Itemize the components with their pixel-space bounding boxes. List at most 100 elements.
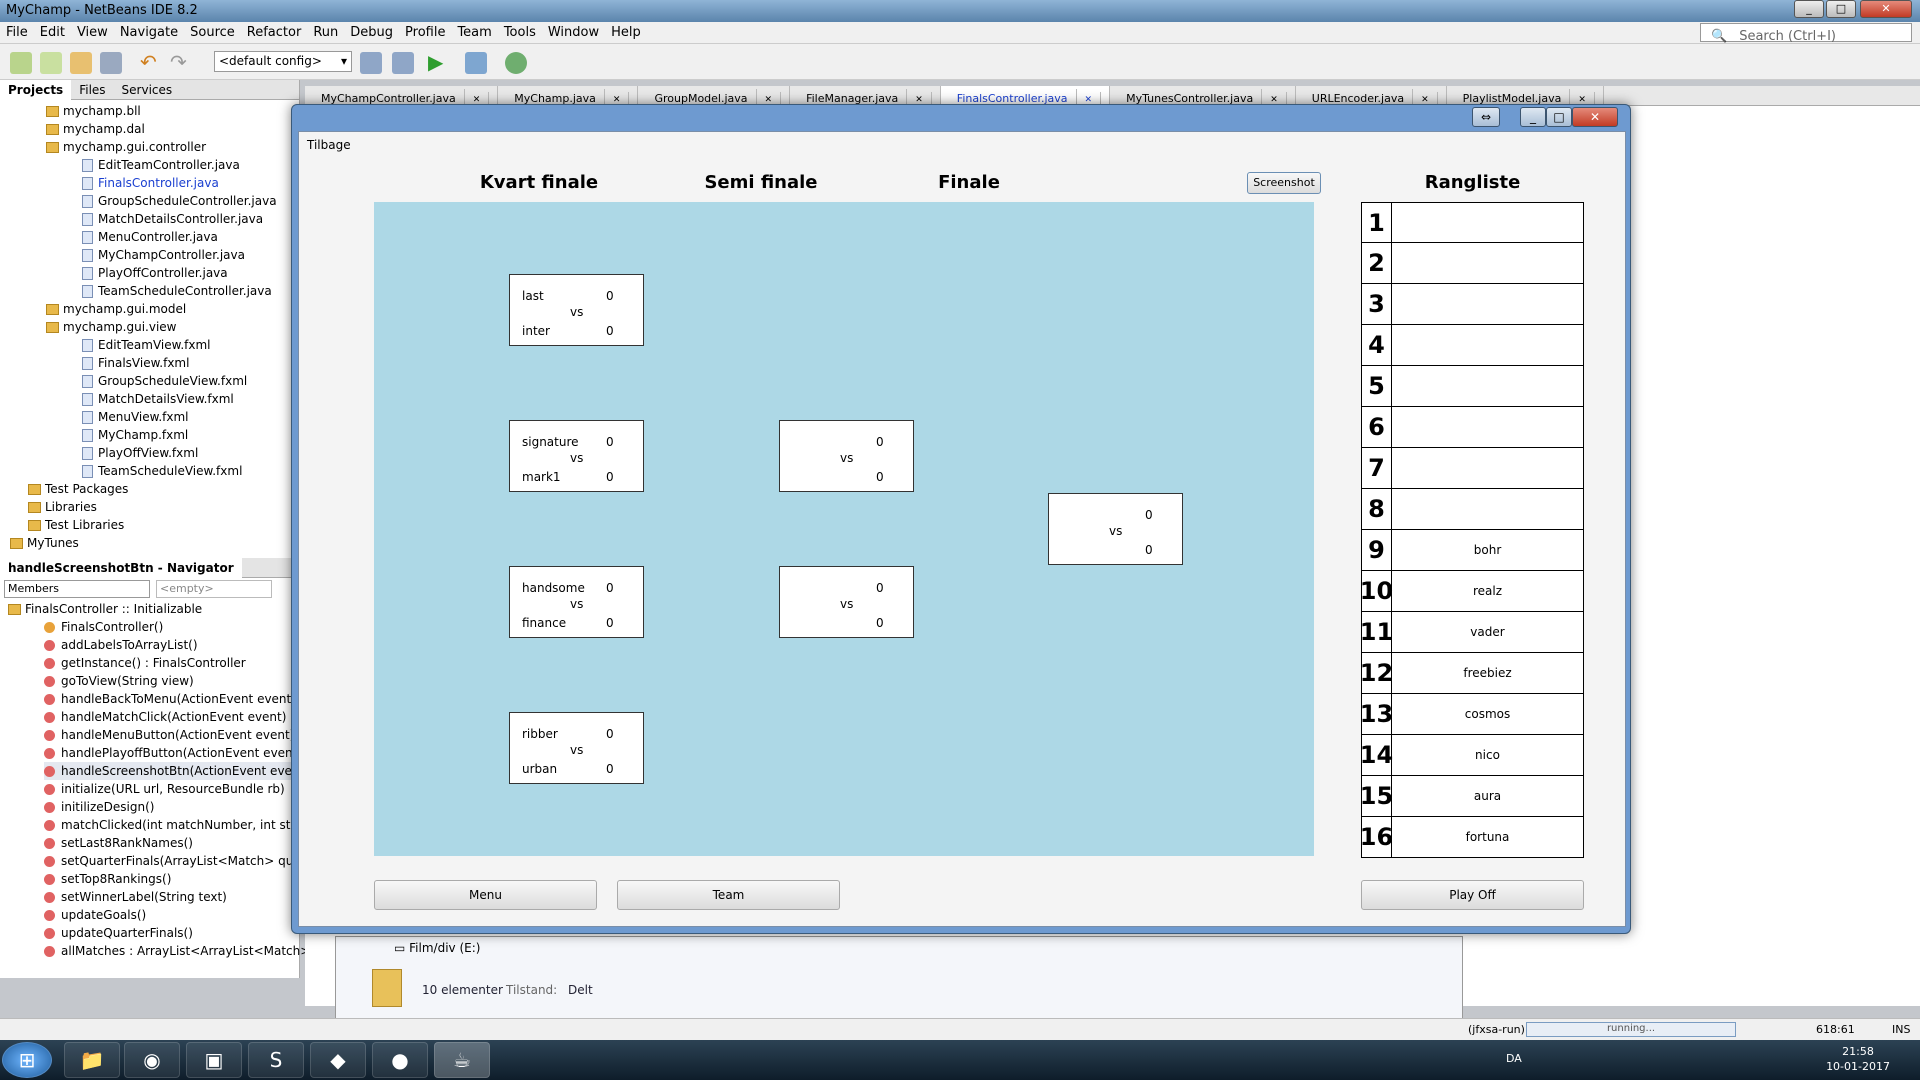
menu-item[interactable]: Tools	[498, 22, 542, 43]
navigator-member[interactable]: addLabelsToArrayList()	[44, 636, 299, 654]
navigator-member[interactable]: setQuarterFinals(ArrayList<Match> quarte…	[44, 852, 332, 870]
panel-tab[interactable]: Projects	[0, 80, 72, 100]
debug-icon[interactable]	[465, 52, 487, 74]
save-all-icon[interactable]	[100, 52, 122, 74]
language-indicator[interactable]: DA	[1506, 1052, 1522, 1065]
team-button[interactable]: Team	[617, 880, 840, 910]
build-icon[interactable]	[360, 52, 382, 74]
navigator-root[interactable]: FinalsController :: Initializable	[8, 600, 299, 618]
app-close-button[interactable]: ✕	[1572, 107, 1618, 127]
final-match[interactable]: 0 vs 0	[1048, 493, 1183, 565]
clock[interactable]: 21:58 10-01-2017	[1826, 1044, 1890, 1074]
tree-node[interactable]: TeamScheduleView.fxml	[0, 462, 299, 480]
quarter-match[interactable]: last 0 vs inter 0	[509, 274, 644, 346]
navigator-member[interactable]: handleMatchClick(ActionEvent event)	[44, 708, 299, 726]
navigator-member[interactable]: initilizeDesign()	[44, 798, 299, 816]
start-button[interactable]: ⊞	[2, 1042, 52, 1078]
navigator-member[interactable]: updateQuarterFinals()	[44, 924, 299, 942]
semi-match[interactable]: 0 vs 0	[779, 566, 914, 638]
navigator-member[interactable]: FinalsController()	[44, 618, 299, 636]
navigator-member[interactable]: handlePlayoffButton(ActionEvent event)	[44, 744, 302, 762]
tree-node[interactable]: PlayOffController.java	[0, 264, 299, 282]
tree-node[interactable]: TeamScheduleController.java	[0, 282, 299, 300]
explorer-taskbar-icon[interactable]: 📁	[64, 1042, 120, 1078]
tree-node[interactable]: MyChampController.java	[0, 246, 299, 264]
undo-icon[interactable]: ↶	[140, 52, 162, 74]
screenshot-button[interactable]: Screenshot	[1247, 172, 1321, 194]
tree-node[interactable]: GroupScheduleController.java	[0, 192, 299, 210]
members-filter-select[interactable]: Members	[4, 580, 150, 598]
menu-item[interactable]: Profile	[399, 22, 451, 43]
menu-item[interactable]: Debug	[344, 22, 399, 43]
profile-icon[interactable]	[505, 52, 527, 74]
open-project-icon[interactable]	[70, 52, 92, 74]
config-select[interactable]: <default config> ▾	[214, 51, 352, 72]
media-taskbar-icon[interactable]: ●	[372, 1042, 428, 1078]
tree-node[interactable]: mychamp.gui.view	[0, 318, 299, 336]
maximize-button[interactable]: □	[1826, 0, 1856, 18]
restore-icon[interactable]: ⇔	[1472, 107, 1500, 127]
navigator-member[interactable]: matchClicked(int matchNumber, int stage,…	[44, 816, 348, 834]
menu-item[interactable]: Window	[542, 22, 605, 43]
navigator-member[interactable]: handleScreenshotBtn(ActionEvent event)	[44, 762, 309, 780]
navigator-member[interactable]: goToView(String view)	[44, 672, 299, 690]
menu-item[interactable]: Help	[605, 22, 647, 43]
playoff-button[interactable]: Play Off	[1361, 880, 1584, 910]
virtualbox-taskbar-icon[interactable]: ▣	[186, 1042, 242, 1078]
tree-node[interactable]: Test Packages	[0, 480, 299, 498]
minimize-button[interactable]: _	[1794, 0, 1824, 18]
navigator-member[interactable]: allMatches : ArrayList<ArrayList<Match>>	[44, 942, 320, 960]
navigator-member[interactable]: initialize(URL url, ResourceBundle rb)	[44, 780, 299, 798]
chrome-taskbar-icon[interactable]: ◉	[124, 1042, 180, 1078]
quarter-match[interactable]: handsome 0 vs finance 0	[509, 566, 644, 638]
navigator-title[interactable]: handleScreenshotBtn - Navigator	[0, 558, 242, 578]
menu-item[interactable]: Edit	[34, 22, 71, 43]
tree-node[interactable]: MyChamp.fxml	[0, 426, 299, 444]
quarter-match[interactable]: signature 0 vs mark1 0	[509, 420, 644, 492]
tree-node[interactable]: mychamp.gui.model	[0, 300, 299, 318]
search-input[interactable]: 🔍 Search (Ctrl+I)	[1700, 23, 1912, 44]
close-button[interactable]: ✕	[1860, 0, 1912, 18]
menu-item[interactable]: File	[0, 22, 34, 43]
navigator-member[interactable]: setWinnerLabel(String text)	[44, 888, 299, 906]
tree-node[interactable]: FinalsView.fxml	[0, 354, 299, 372]
tree-node[interactable]: mychamp.bll	[0, 102, 299, 120]
tree-node[interactable]: EditTeamController.java	[0, 156, 299, 174]
app-maximize-button[interactable]: □	[1546, 107, 1572, 127]
menu-item[interactable]: Refactor	[241, 22, 308, 43]
tree-node[interactable]: mychamp.dal	[0, 120, 299, 138]
new-project-icon[interactable]	[40, 52, 62, 74]
quarter-match[interactable]: ribber 0 vs urban 0	[509, 712, 644, 784]
github-taskbar-icon[interactable]: ◆	[310, 1042, 366, 1078]
tree-node[interactable]: MatchDetailsController.java	[0, 210, 299, 228]
tree-node[interactable]: MyTunes	[0, 534, 299, 552]
tree-node[interactable]: GroupScheduleView.fxml	[0, 372, 299, 390]
menu-item[interactable]: Run	[307, 22, 344, 43]
tree-node[interactable]: Test Libraries	[0, 516, 299, 534]
navigator-member[interactable]: handleBackToMenu(ActionEvent event)	[44, 690, 299, 708]
menu-item[interactable]: Navigate	[114, 22, 184, 43]
java-taskbar-icon[interactable]: ☕	[434, 1042, 490, 1078]
panel-tab[interactable]: Files	[71, 80, 113, 100]
tree-node[interactable]: EditTeamView.fxml	[0, 336, 299, 354]
skype-taskbar-icon[interactable]: S	[248, 1042, 304, 1078]
menu-button[interactable]: Menu	[374, 880, 597, 910]
tree-node[interactable]: PlayOffView.fxml	[0, 444, 299, 462]
clean-build-icon[interactable]	[392, 52, 414, 74]
navigator-member[interactable]: updateGoals()	[44, 906, 299, 924]
menu-item[interactable]: Team	[451, 22, 497, 43]
navigator-member[interactable]: handleMenuButton(ActionEvent event)	[44, 726, 299, 744]
tree-node[interactable]: MenuController.java	[0, 228, 299, 246]
panel-tab[interactable]: Services	[114, 80, 181, 100]
redo-icon[interactable]: ↷	[170, 52, 192, 74]
tree-node[interactable]: mychamp.gui.controller	[0, 138, 299, 156]
menu-item[interactable]: Source	[184, 22, 241, 43]
navigator-member[interactable]: setLast8RankNames()	[44, 834, 299, 852]
run-icon[interactable]: ▶	[428, 52, 450, 74]
back-link[interactable]: Tilbage	[307, 138, 351, 152]
menu-item[interactable]: View	[71, 22, 114, 43]
semi-match[interactable]: 0 vs 0	[779, 420, 914, 492]
tree-node[interactable]: MatchDetailsView.fxml	[0, 390, 299, 408]
tree-node[interactable]: MenuView.fxml	[0, 408, 299, 426]
new-file-icon[interactable]	[10, 52, 32, 74]
